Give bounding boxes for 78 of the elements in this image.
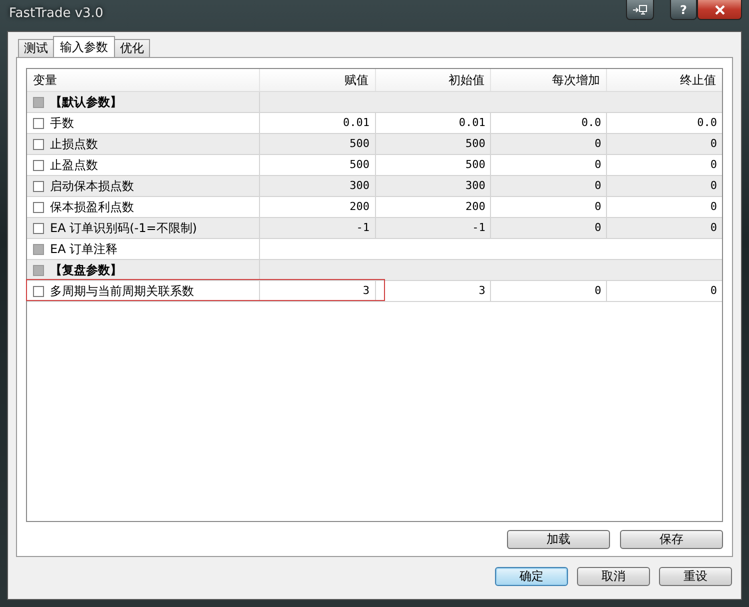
checkbox[interactable] <box>33 118 44 128</box>
value-cell[interactable]: 0.0 <box>606 113 722 133</box>
help-button[interactable]: ? <box>670 0 697 20</box>
column-header[interactable]: 变量 <box>27 69 259 91</box>
value-cell[interactable]: 0 <box>490 281 606 301</box>
variable-name: 止损点数 <box>50 136 98 152</box>
variable-cell[interactable]: 多周期与当前周期关联系数 <box>27 281 259 301</box>
value-cell[interactable]: 0 <box>490 176 606 196</box>
value-cell[interactable]: 0 <box>490 218 606 238</box>
value-cell[interactable]: -1 <box>374 218 490 238</box>
checkbox[interactable] <box>33 160 44 170</box>
tab[interactable]: 优化 <box>114 39 150 57</box>
variable-cell[interactable]: 保本损盈利点数 <box>27 197 259 217</box>
column-header[interactable]: 终止值 <box>606 69 722 91</box>
tab[interactable]: 测试 <box>18 39 54 57</box>
checkbox[interactable] <box>33 222 44 234</box>
value-cell[interactable]: 500 <box>258 134 374 154</box>
column-header[interactable]: 每次增加 <box>490 69 606 91</box>
dialog-button[interactable]: 重设 <box>659 567 732 586</box>
variable-cell[interactable]: 止盈点数 <box>27 155 259 175</box>
variable-cell[interactable]: 手数 <box>27 113 259 133</box>
variable-name: 手数 <box>50 114 74 132</box>
value-cell[interactable]: 3 <box>374 281 490 301</box>
close-icon <box>714 4 726 14</box>
variable-name: 【默认参数】 <box>50 94 122 110</box>
value-cell[interactable]: 200 <box>258 197 374 217</box>
value-cell[interactable]: 500 <box>374 155 490 175</box>
value-cell[interactable]: 0 <box>490 155 606 175</box>
variable-name: 止盈点数 <box>50 156 98 174</box>
table-row[interactable]: 手数 0.01 0.01 0.0 0.0 <box>27 113 722 134</box>
close-button[interactable] <box>697 0 742 20</box>
value-cell[interactable]: 3 <box>258 281 374 301</box>
variable-name: 启动保本损点数 <box>50 178 134 194</box>
table-row[interactable]: 启动保本损点数 300 300 0 0 <box>27 176 722 197</box>
dialog-button[interactable]: 确定 <box>495 567 568 586</box>
checkbox[interactable] <box>33 180 44 192</box>
value-cell[interactable]: 0.0 <box>490 113 606 133</box>
checkbox[interactable] <box>33 286 44 296</box>
value-cell[interactable]: -1 <box>258 218 374 238</box>
monitor-arrow-icon <box>632 4 648 16</box>
value-cell[interactable]: 0 <box>490 134 606 154</box>
value-cell[interactable]: 0.01 <box>374 113 490 133</box>
variable-name: 保本损盈利点数 <box>50 198 134 216</box>
value-cell[interactable]: 0 <box>606 197 722 217</box>
table-row[interactable]: EA 订单识别码(-1=不限制) -1 -1 0 0 <box>27 218 722 239</box>
checkbox[interactable] <box>33 202 44 212</box>
variable-cell[interactable]: EA 订单识别码(-1=不限制) <box>27 218 259 238</box>
panel-button[interactable]: 加载 <box>507 530 610 549</box>
tab[interactable]: 输入参数 <box>53 36 115 57</box>
value-cell[interactable]: 300 <box>258 176 374 196</box>
value-cell[interactable]: 200 <box>374 197 490 217</box>
value-cell[interactable]: 0 <box>606 134 722 154</box>
variable-name: 多周期与当前周期关联系数 <box>50 282 194 300</box>
variable-name: EA 订单注释 <box>50 240 118 258</box>
value-cell[interactable]: 0.01 <box>258 113 374 133</box>
value-cell[interactable]: 500 <box>258 155 374 175</box>
value-cell[interactable]: 0 <box>606 155 722 175</box>
value-cell[interactable]: 0 <box>606 218 722 238</box>
window-title: FastTrade v3.0 <box>9 6 104 21</box>
table-row[interactable]: 多周期与当前周期关联系数 3 3 0 0 <box>27 281 722 302</box>
value-cell[interactable]: 0 <box>606 281 722 301</box>
checkbox[interactable] <box>33 138 44 150</box>
panel-button[interactable]: 保存 <box>620 530 723 549</box>
pin-button[interactable] <box>626 0 654 20</box>
variable-cell[interactable]: 启动保本损点数 <box>27 176 259 196</box>
value-cell[interactable]: 0 <box>490 197 606 217</box>
value-cell[interactable]: 0 <box>606 176 722 196</box>
table-row[interactable]: 保本损盈利点数 200 200 0 0 <box>27 197 722 218</box>
variable-name: EA 订单识别码(-1=不限制) <box>50 220 197 236</box>
table-row[interactable]: 止损点数 500 500 0 0 <box>27 134 722 155</box>
dialog-button[interactable]: 取消 <box>577 567 650 586</box>
column-header[interactable]: 赋值 <box>258 69 374 91</box>
value-cell[interactable]: 300 <box>374 176 490 196</box>
table-row[interactable]: 止盈点数 500 500 0 0 <box>27 155 722 176</box>
variable-cell[interactable]: 止损点数 <box>27 134 259 154</box>
variable-name: 【复盘参数】 <box>50 262 122 278</box>
value-cell[interactable]: 500 <box>374 134 490 154</box>
column-header[interactable]: 初始值 <box>374 69 490 91</box>
